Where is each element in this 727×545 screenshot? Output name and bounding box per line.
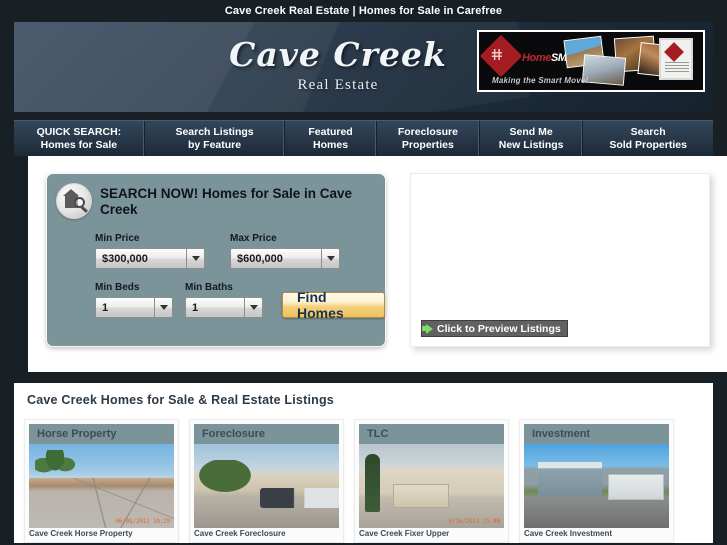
chevron-down-icon[interactable] xyxy=(186,249,204,268)
beds-baths-row: Min Beds 1 Min Baths 1 Find Homes xyxy=(47,269,385,321)
list-item[interactable]: Horse Property 06/08/2011 10:29 Cave Cre… xyxy=(24,419,179,543)
min-price-label: Min Price xyxy=(95,233,140,244)
card-label: Horse Property xyxy=(29,424,174,444)
card-photo-tlc[interactable]: 6/16/2011 15:48 xyxy=(359,444,504,528)
house-search-icon xyxy=(56,183,92,219)
header-banner: Cave Creek Real Estate ⵌ HomeSMART Makin… xyxy=(14,22,713,112)
photo-timestamp: 6/16/2011 15:48 xyxy=(448,518,500,525)
homesmart-diamond-glyph-icon: ⵌ xyxy=(491,46,503,64)
panel-spacer xyxy=(0,372,727,383)
nav-item-search-by-feature[interactable]: Search Listings by Feature xyxy=(145,121,286,156)
min-baths-select[interactable]: 1 xyxy=(185,297,263,318)
card-label: TLC xyxy=(359,424,504,444)
nav-item-featured-homes[interactable]: Featured Homes xyxy=(285,121,377,156)
photo-timestamp: 06/08/2011 10:29 xyxy=(115,518,170,525)
min-baths-field: Min Baths 1 xyxy=(185,282,263,318)
nav-label-line1: Send Me xyxy=(509,125,553,138)
nav-item-foreclosure-properties[interactable]: Foreclosure Properties xyxy=(377,121,481,156)
max-price-field: Max Price $600,000 xyxy=(230,233,340,269)
ad-photo-car xyxy=(581,54,627,86)
listings-preview-card: Click to Preview Listings xyxy=(410,173,710,347)
min-price-select[interactable]: $300,000 xyxy=(95,248,205,269)
nav-item-search-sold-properties[interactable]: Search Sold Properties xyxy=(583,121,713,156)
chevron-down-icon[interactable] xyxy=(244,298,262,317)
min-beds-field: Min Beds 1 xyxy=(95,282,173,318)
nav-label-line2: New Listings xyxy=(498,138,564,151)
nav-label-line1: Foreclosure xyxy=(397,125,458,138)
max-price-value: $600,000 xyxy=(237,252,283,265)
find-homes-button[interactable]: Find Homes xyxy=(282,289,385,321)
brand-name: Cave Creek xyxy=(229,35,447,74)
card-label: Foreclosure xyxy=(194,424,339,444)
nav-label-line2: Homes xyxy=(313,138,349,151)
listing-cards-region: Horse Property 06/08/2011 10:29 Cave Cre… xyxy=(0,415,727,543)
min-price-value: $300,000 xyxy=(102,252,148,265)
navigation-region: QUICK SEARCH: Homes for Sale Search List… xyxy=(0,120,727,156)
search-heading: SEARCH NOW! Homes for Sale in Cave Creek xyxy=(100,186,353,217)
card-photo-horse-property[interactable]: 06/08/2011 10:29 xyxy=(29,444,174,528)
nav-label-line2: Homes for Sale xyxy=(40,138,118,151)
search-box-header: SEARCH NOW! Homes for Sale in Cave Creek xyxy=(47,174,385,219)
header-region: Cave Creek Real Estate ⵌ HomeSMART Makin… xyxy=(0,22,727,120)
main-navigation: QUICK SEARCH: Homes for Sale Search List… xyxy=(14,120,713,156)
min-beds-select[interactable]: 1 xyxy=(95,297,173,318)
ad-sign-lines-icon xyxy=(665,62,689,74)
card-photo-foreclosure[interactable] xyxy=(194,444,339,528)
nav-label-line1: Search xyxy=(630,125,666,138)
card-caption: Cave Creek Fixer Upper xyxy=(359,529,450,538)
homesmart-ad-banner[interactable]: ⵌ HomeSMART Making the Smart Move! xyxy=(477,30,705,92)
listing-cards-row: Horse Property 06/08/2011 10:29 Cave Cre… xyxy=(14,415,713,543)
min-beds-value: 1 xyxy=(102,301,109,314)
preview-listings-label: Click to Preview Listings xyxy=(437,322,561,335)
quick-search-box: SEARCH NOW! Homes for Sale in Cave Creek… xyxy=(46,173,386,347)
ad-logo-prefix: Home xyxy=(522,52,551,64)
max-price-label: Max Price xyxy=(230,233,277,244)
main-content-panel: SEARCH NOW! Homes for Sale in Cave Creek… xyxy=(28,156,727,372)
nav-item-quick-search[interactable]: QUICK SEARCH: Homes for Sale xyxy=(14,121,145,156)
card-caption: Cave Creek Foreclosure xyxy=(194,529,286,538)
min-baths-value: 1 xyxy=(192,301,199,314)
magnifier-icon xyxy=(74,197,85,208)
arrow-right-icon xyxy=(422,323,433,334)
preview-listings-button[interactable]: Click to Preview Listings xyxy=(421,320,568,337)
listings-section-region: Cave Creek Homes for Sale & Real Estate … xyxy=(0,383,727,415)
list-item[interactable]: Foreclosure Cave Creek Foreclosure xyxy=(189,419,344,543)
card-caption: Cave Creek Investment xyxy=(524,529,613,538)
max-price-select[interactable]: $600,000 xyxy=(230,248,340,269)
min-price-field: Min Price $300,000 xyxy=(95,233,205,269)
listings-section-header: Cave Creek Homes for Sale & Real Estate … xyxy=(14,383,713,415)
ad-sign-diamond-icon xyxy=(664,42,684,62)
nav-label-line1: Featured xyxy=(308,125,353,138)
ad-yard-sign-icon xyxy=(659,38,693,80)
nav-label-line1: QUICK SEARCH: xyxy=(36,125,122,138)
main-panel-region: SEARCH NOW! Homes for Sale in Cave Creek… xyxy=(0,156,727,372)
card-label: Investment xyxy=(524,424,669,444)
card-photo-investment[interactable] xyxy=(524,444,669,528)
ad-tagline: Making the Smart Move! xyxy=(492,76,589,85)
price-fields-row: Min Price $300,000 Max Price $600,000 xyxy=(47,219,385,269)
page-title: Cave Creek Real Estate | Homes for Sale … xyxy=(224,5,503,17)
list-item[interactable]: TLC 6/16/2011 15:48 Cave Creek Fixer Upp… xyxy=(354,419,509,543)
nav-label-line2: Properties xyxy=(401,138,454,151)
site-logo[interactable]: Cave Creek Real Estate xyxy=(208,34,468,94)
chevron-down-icon[interactable] xyxy=(154,298,172,317)
min-beds-label: Min Beds xyxy=(95,282,140,293)
min-baths-label: Min Baths xyxy=(185,282,233,293)
listings-section-title: Cave Creek Homes for Sale & Real Estate … xyxy=(27,393,334,407)
nav-label-line1: Search Listings xyxy=(175,125,254,138)
nav-item-send-new-listings[interactable]: Send Me New Listings xyxy=(480,121,584,156)
list-item[interactable]: Investment Cave Creek Investment xyxy=(519,419,674,543)
card-caption: Cave Creek Horse Property xyxy=(29,529,133,538)
top-title-bar: Cave Creek Real Estate | Homes for Sale … xyxy=(0,0,727,22)
chevron-down-icon[interactable] xyxy=(321,249,339,268)
nav-label-line2: by Feature xyxy=(187,138,242,151)
nav-label-line2: Sold Properties xyxy=(609,138,687,151)
brand-subtitle: Real Estate xyxy=(297,77,379,94)
